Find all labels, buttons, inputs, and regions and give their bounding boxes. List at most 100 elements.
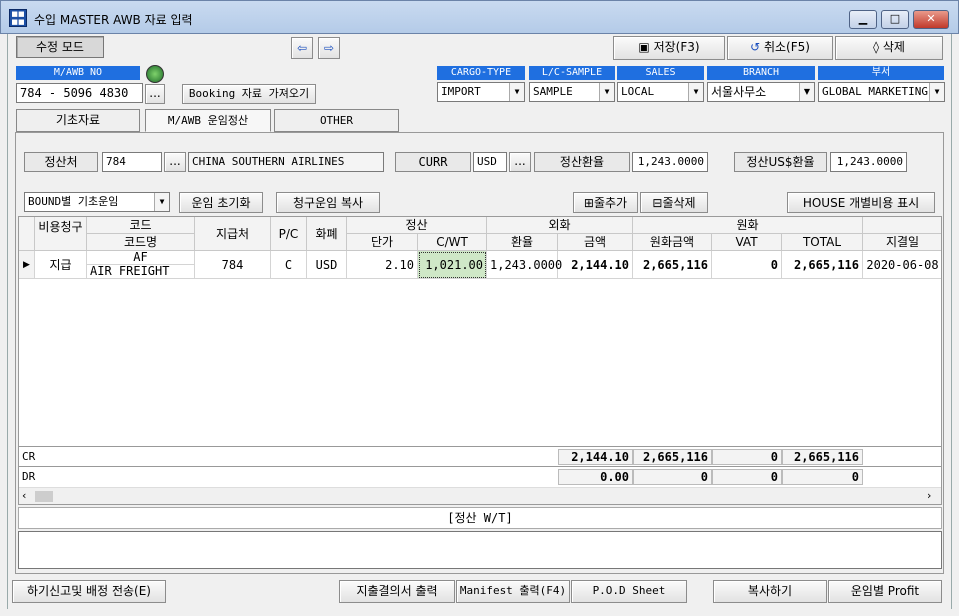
- scroll-left-icon[interactable]: ‹: [22, 489, 26, 502]
- scroll-right-icon[interactable]: ›: [927, 489, 931, 502]
- cell-krw-amount[interactable]: 2,665,116: [633, 251, 712, 279]
- minimize-button[interactable]: ▁: [849, 10, 877, 29]
- lc-sample-label: L/C-SAMPLE: [529, 66, 615, 80]
- col-code-name-header: 코드명: [87, 234, 195, 251]
- branch-select[interactable]: 서울사무소 ▼: [707, 82, 815, 102]
- manifest-print-button[interactable]: Manifest 출력(F4): [456, 580, 570, 603]
- branch-label: BRANCH: [707, 66, 815, 80]
- cargo-type-select[interactable]: IMPORT ▼: [437, 82, 525, 102]
- tab-other[interactable]: OTHER: [274, 109, 399, 132]
- app-icon: ■■ ■■: [9, 9, 27, 27]
- cell-currency[interactable]: USD: [307, 251, 347, 279]
- chevron-down-icon: ▼: [688, 83, 703, 101]
- dept-select[interactable]: GLOBAL MARKETING ▼: [818, 82, 945, 102]
- cell-payee[interactable]: 784: [195, 251, 271, 279]
- disk-icon: ▣: [638, 40, 650, 54]
- col-exrate-header: 환율: [487, 234, 558, 251]
- row-pointer-icon: ▶: [19, 251, 35, 279]
- mawb-label: M/AWB NO: [16, 66, 140, 80]
- expense-print-button[interactable]: 지출결의서 출력: [339, 580, 455, 603]
- col-foreign-group-header: 외화: [487, 217, 633, 234]
- chevron-down-icon: ▼: [929, 83, 944, 101]
- chevron-down-icon: ▼: [509, 83, 524, 101]
- cell-vat[interactable]: 0: [712, 251, 782, 279]
- dr-krw-amount: 0: [633, 469, 712, 485]
- delete-row-button[interactable]: ⊟줄삭제: [640, 192, 708, 213]
- cell-exrate[interactable]: 1,243.0000: [487, 251, 562, 279]
- col-settle-group-header: 정산: [347, 217, 487, 234]
- cargo-type-label: CARGO-TYPE: [437, 66, 525, 80]
- sales-select[interactable]: LOCAL ▼: [617, 82, 704, 102]
- delete-row-icon: ⊟: [652, 196, 663, 210]
- col-vat-header: VAT: [712, 234, 782, 251]
- currency-input[interactable]: USD: [473, 152, 507, 172]
- col-code-header: 코드: [87, 217, 195, 234]
- party-code-input[interactable]: 784: [102, 152, 162, 172]
- col-blank-header: [863, 217, 941, 234]
- lc-sample-select[interactable]: SAMPLE ▼: [529, 82, 615, 102]
- house-cost-button[interactable]: HOUSE 개별비용 표시: [787, 192, 935, 213]
- dr-label: DR: [22, 470, 36, 483]
- cell-code[interactable]: AF: [87, 251, 195, 265]
- tab-freight-settle[interactable]: M/AWB 운임정산: [145, 109, 271, 132]
- chevron-down-icon: ▼: [599, 83, 614, 101]
- add-row-button[interactable]: ⊞줄추가: [573, 192, 638, 213]
- undo-icon: ↺: [750, 40, 761, 54]
- col-cwt-header: C/WT: [418, 234, 487, 251]
- booking-import-button[interactable]: Booking 자료 가져오기: [182, 84, 316, 104]
- copy-charge-button[interactable]: 청구운임 복사: [276, 192, 380, 213]
- cell-pay-date[interactable]: 2020-06-08: [863, 251, 941, 279]
- next-record-button[interactable]: ⇨: [318, 37, 340, 59]
- profit-button[interactable]: 운임별 Profit: [828, 580, 942, 603]
- mawb-lookup-button[interactable]: ...: [145, 84, 165, 104]
- copy-record-button[interactable]: 복사하기: [713, 580, 827, 603]
- prev-record-button[interactable]: ⇦: [291, 37, 313, 59]
- party-name-field: CHINA SOUTHERN AIRLINES: [188, 152, 384, 172]
- col-pay-date-header: 지결일: [863, 234, 941, 251]
- window-title: 수입 MASTER AWB 자료 입력: [34, 13, 193, 27]
- col-pc-header: P/C: [271, 217, 307, 251]
- row-indicator-header: [19, 217, 35, 251]
- reset-freight-button[interactable]: 운임 초기화: [179, 192, 263, 213]
- cell-amount[interactable]: 2,144.10: [558, 251, 633, 279]
- close-button[interactable]: ✕: [913, 10, 949, 29]
- party-lookup-button[interactable]: ...: [164, 152, 186, 172]
- col-unit-price-header: 단가: [347, 234, 418, 251]
- mawb-input[interactable]: 784 - 5096 4830: [16, 83, 143, 103]
- dr-vat: 0: [712, 469, 782, 485]
- cell-unit-price[interactable]: 2.10: [347, 251, 418, 279]
- usd-rate-label: 정산US$환율: [734, 152, 827, 172]
- horizontal-scrollbar[interactable]: ‹ ›: [19, 487, 941, 504]
- col-amount-header: 금액: [558, 234, 633, 251]
- cell-cwt[interactable]: 1,021.00: [418, 251, 487, 279]
- cancel-button[interactable]: ↺ 취소(F5): [727, 36, 833, 60]
- scroll-thumb[interactable]: [35, 491, 53, 502]
- mode-indicator: 수정 모드: [16, 36, 104, 58]
- report-send-button[interactable]: 하기신고및 배정 전송(E): [12, 580, 166, 603]
- tab-basic[interactable]: 기초자료: [16, 109, 140, 132]
- memo-label: [정산 W/T]: [18, 507, 942, 529]
- bound-rate-select[interactable]: BOUND별 기초운임 ▼: [24, 192, 170, 212]
- memo-textarea[interactable]: [18, 531, 942, 569]
- cell-total[interactable]: 2,665,116: [782, 251, 863, 279]
- usd-rate-input[interactable]: 1,243.0000: [830, 152, 907, 172]
- dr-total: 0: [782, 469, 863, 485]
- cell-type[interactable]: 지급: [35, 251, 87, 279]
- currency-lookup-button[interactable]: ...: [509, 152, 531, 172]
- cr-vat: 0: [712, 449, 782, 465]
- maximize-button[interactable]: □: [881, 10, 909, 29]
- cell-code-name[interactable]: AIR FREIGHT: [87, 265, 195, 279]
- col-payee-header: 지급처: [195, 217, 271, 251]
- col-total-header: TOTAL: [782, 234, 863, 251]
- client-area: 수정 모드 ⇦ ⇨ ▣ 저장(F3) ↺ 취소(F5) ◊ 삭제 M/AWB N…: [7, 34, 952, 609]
- cell-pc[interactable]: C: [271, 251, 307, 279]
- freight-grid[interactable]: 비용청구 코드 코드명 지급처 P/C 화폐 정산 단가 C/WT 외화 환율 …: [18, 216, 942, 505]
- eraser-icon: ◊: [873, 40, 879, 54]
- pod-sheet-button[interactable]: P.O.D Sheet: [571, 580, 687, 603]
- cr-total: 2,665,116: [782, 449, 863, 465]
- save-button[interactable]: ▣ 저장(F3): [613, 36, 725, 60]
- add-row-icon: ⊞: [583, 196, 594, 210]
- globe-icon[interactable]: [146, 65, 164, 83]
- settle-rate-input[interactable]: 1,243.0000: [632, 152, 708, 172]
- delete-button[interactable]: ◊ 삭제: [835, 36, 943, 60]
